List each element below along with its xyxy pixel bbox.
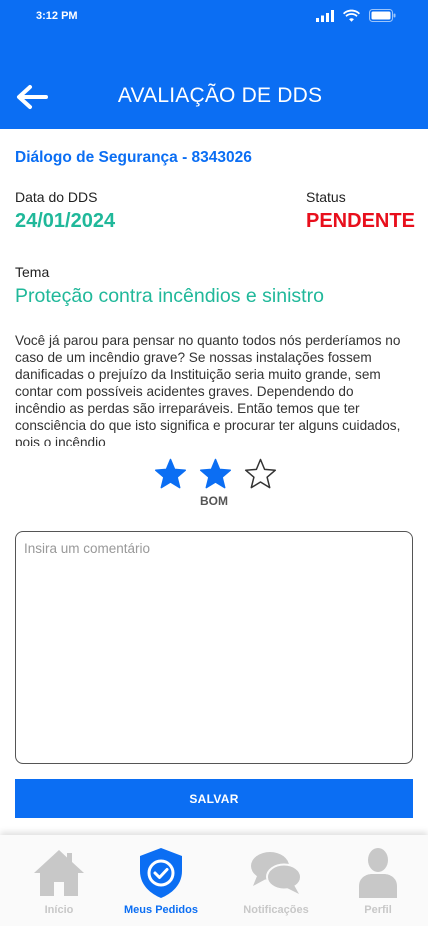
tema-label: Tema xyxy=(15,264,50,280)
signal-icon xyxy=(316,9,334,22)
nav-item-notificacoes[interactable]: Notificações xyxy=(226,847,326,916)
battery-icon xyxy=(369,9,396,22)
star-empty-icon[interactable] xyxy=(244,458,277,491)
nav-label-meus-pedidos: Meus Pedidos xyxy=(124,904,198,916)
status-badge: PENDENTE xyxy=(306,210,415,232)
rating: BOM xyxy=(15,458,413,508)
bottom-nav: Início Meus Pedidos Notificações Perfil xyxy=(0,835,428,926)
dds-id-title: Diálogo de Segurança - 8343026 xyxy=(15,149,252,166)
wifi-icon xyxy=(343,9,360,22)
star-filled-icon[interactable] xyxy=(199,458,232,491)
star-rating[interactable] xyxy=(15,458,413,491)
star-filled-icon[interactable] xyxy=(154,458,187,491)
nav-label-notificacoes: Notificações xyxy=(243,904,309,916)
app-header: 3:12 PM AVALIAÇÃO DE DDS xyxy=(0,0,428,129)
rating-label: BOM xyxy=(200,494,228,508)
status-label: Status xyxy=(306,189,346,205)
tema-value: Proteção contra incêndios e sinistro xyxy=(15,285,324,307)
status-bar: 3:12 PM xyxy=(0,0,428,34)
page-title: AVALIAÇÃO DE DDS xyxy=(117,84,323,107)
nav-label-perfil: Perfil xyxy=(364,904,392,916)
date-value: 24/01/2024 xyxy=(15,210,116,232)
status-time: 3:12 PM xyxy=(36,10,78,22)
nav-item-inicio[interactable]: Início xyxy=(9,847,109,916)
nav-item-perfil[interactable]: Perfil xyxy=(328,847,428,916)
home-icon xyxy=(34,850,84,896)
status-icons xyxy=(316,9,396,22)
dds-description[interactable]: Você já parou para pensar no quanto todo… xyxy=(15,332,407,446)
comment-field[interactable] xyxy=(15,531,413,764)
nav-item-meus-pedidos[interactable]: Meus Pedidos xyxy=(111,847,211,916)
save-button[interactable]: SALVAR xyxy=(15,779,413,818)
date-label: Data do DDS xyxy=(15,189,98,205)
shield-check-icon xyxy=(140,848,182,898)
user-icon xyxy=(359,848,397,898)
chat-bubbles-icon xyxy=(251,852,302,894)
nav-label-inicio: Início xyxy=(44,904,74,916)
